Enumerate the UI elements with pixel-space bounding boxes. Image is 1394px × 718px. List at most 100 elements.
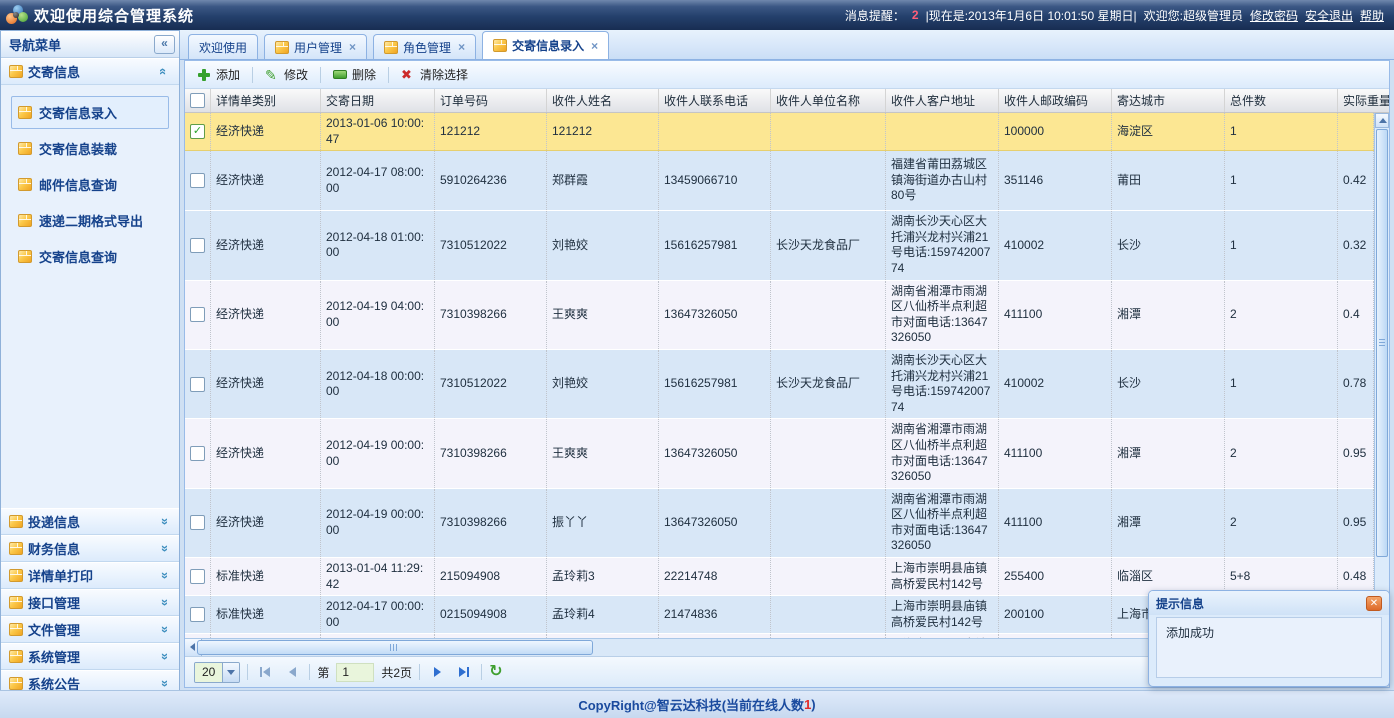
help-link[interactable]: 帮助 <box>1360 7 1384 24</box>
table-row[interactable]: 经济快递2012-04-19 00:00:007310398266王爽爽1364… <box>185 419 1374 488</box>
row-checkbox[interactable] <box>190 124 205 139</box>
cell: 经济快递 <box>211 489 321 557</box>
table-row[interactable]: 经济快递2012-04-18 01:00:007310512022刘艳姣1561… <box>185 211 1374 280</box>
cell: 福建省莆田荔城区镇海街道办古山村80号 <box>886 151 999 210</box>
sidebar-collapse-button[interactable] <box>154 35 175 54</box>
sidebar-section[interactable]: 接口管理 <box>1 589 179 616</box>
current-page-input[interactable]: 1 <box>336 663 374 682</box>
table-row[interactable]: 经济快递2012-04-19 04:00:007310398266王爽爽1364… <box>185 281 1374 350</box>
chevron-double-down-icon <box>157 595 171 610</box>
sidebar-section[interactable]: 投递信息 <box>1 508 179 535</box>
vertical-scroll-thumb[interactable] <box>1376 129 1388 557</box>
sidebar-item[interactable]: 交寄信息装载 <box>11 132 169 165</box>
logout-link[interactable]: 安全退出 <box>1305 7 1353 24</box>
column-header[interactable]: 详情单类别 <box>211 89 321 112</box>
row-checkbox[interactable] <box>190 569 205 584</box>
row-checkbox[interactable] <box>190 515 205 530</box>
toolbar-button-edit[interactable]: 修改 <box>260 64 313 85</box>
column-header[interactable]: 收件人邮政编码 <box>999 89 1112 112</box>
cell: 湘潭 <box>1112 281 1225 349</box>
column-header[interactable]: 交寄日期 <box>321 89 435 112</box>
column-header[interactable]: 实际重量 <box>1338 89 1389 112</box>
sidebar-section-label: 系统管理 <box>28 647 80 666</box>
sidebar-section[interactable]: 详情单打印 <box>1 562 179 589</box>
separator <box>309 664 310 680</box>
table-row[interactable]: 经济快递2012-04-17 08:00:005910264236郑群霞1345… <box>185 151 1374 211</box>
toolbar-button-clear[interactable]: 清除选择 <box>396 64 473 85</box>
close-icon[interactable] <box>349 40 356 54</box>
sidebar-section[interactable]: 财务信息 <box>1 535 179 562</box>
cell: 湖南省湘潭市雨湖区八仙桥半点利超市对面电话:13647326050 <box>886 419 999 487</box>
column-header[interactable]: 寄达城市 <box>1112 89 1225 112</box>
message-count-badge[interactable]: 2 <box>912 8 919 22</box>
separator <box>481 664 482 680</box>
cell: 长沙天龙食品厂 <box>771 350 886 418</box>
cell: 0.42 <box>1338 151 1374 210</box>
cell: 2012-04-18 00:00:00 <box>321 350 435 418</box>
column-header[interactable]: 总件数 <box>1225 89 1338 112</box>
last-page-button[interactable] <box>454 664 474 680</box>
tab[interactable]: 用户管理 <box>264 34 367 59</box>
sidebar-section[interactable]: 文件管理 <box>1 616 179 643</box>
sidebar-section[interactable]: 系统管理 <box>1 643 179 670</box>
cell: 7310512022 <box>435 211 547 279</box>
cell <box>771 419 886 487</box>
cell: 121212 <box>547 113 659 150</box>
separator <box>247 664 248 680</box>
sidebar-item-label: 邮件信息查询 <box>39 175 117 194</box>
sidebar-item[interactable]: 交寄信息录入 <box>11 96 169 129</box>
sidebar-item-label: 交寄信息装载 <box>39 139 117 158</box>
toolbar-button-del[interactable]: 删除 <box>328 64 381 85</box>
column-header[interactable]: 收件人单位名称 <box>771 89 886 112</box>
cell: 莆田 <box>1112 151 1225 210</box>
cell: 255400 <box>999 558 1112 595</box>
change-password-link[interactable]: 修改密码 <box>1250 7 1298 24</box>
sidebar-section[interactable]: 交寄信息 <box>1 58 179 85</box>
tab[interactable]: 欢迎使用 <box>188 34 258 59</box>
chevron-double-up-icon <box>157 64 171 79</box>
column-header[interactable]: 收件人姓名 <box>547 89 659 112</box>
popup-header[interactable]: 提示信息 <box>1149 591 1389 615</box>
dropdown-arrow-icon[interactable] <box>222 663 239 682</box>
refresh-icon[interactable] <box>489 664 502 680</box>
cell: 15616257981 <box>659 350 771 418</box>
row-checkbox[interactable] <box>190 446 205 461</box>
sidebar-item[interactable]: 交寄信息查询 <box>11 240 169 273</box>
column-header[interactable]: 收件人联系电话 <box>659 89 771 112</box>
page-size-value: 20 <box>195 663 222 682</box>
tab[interactable]: 交寄信息录入 <box>482 31 609 59</box>
first-page-button[interactable] <box>255 664 275 680</box>
cell: 标准快递 <box>211 596 321 633</box>
sidebar-item[interactable]: 邮件信息查询 <box>11 168 169 201</box>
select-all-checkbox[interactable] <box>190 93 205 108</box>
close-icon[interactable] <box>1366 596 1382 611</box>
scroll-up-icon[interactable] <box>1375 113 1389 128</box>
page-size-select[interactable]: 20 <box>194 662 240 683</box>
table-row[interactable]: 经济快递2012-04-19 00:00:007310398266振丫丫1364… <box>185 489 1374 558</box>
close-icon[interactable] <box>458 40 465 54</box>
cell: 100000 <box>999 113 1112 150</box>
table-row[interactable]: 经济快递2013-01-06 10:00:4712121212121210000… <box>185 113 1374 151</box>
cell: 15616257981 <box>659 211 771 279</box>
cell: 孟玲莉4 <box>547 596 659 633</box>
toolbar-button-add[interactable]: 添加 <box>192 64 245 85</box>
tab[interactable]: 角色管理 <box>373 34 476 59</box>
prev-page-button[interactable] <box>282 664 302 680</box>
cell: 215094908 <box>435 558 547 595</box>
cell: 13647326050 <box>659 489 771 557</box>
row-checkbox[interactable] <box>190 607 205 622</box>
vertical-scrollbar[interactable] <box>1374 113 1389 638</box>
sidebar-item[interactable]: 速递二期格式导出 <box>11 204 169 237</box>
row-checkbox[interactable] <box>190 173 205 188</box>
close-icon[interactable] <box>591 39 598 53</box>
cell: 经济快递 <box>211 211 321 279</box>
row-checkbox[interactable] <box>190 377 205 392</box>
horizontal-scroll-thumb[interactable] <box>197 640 593 655</box>
row-checkbox[interactable] <box>190 307 205 322</box>
column-header[interactable]: 收件人客户地址 <box>886 89 999 112</box>
next-page-button[interactable] <box>427 664 447 680</box>
column-header[interactable]: 订单号码 <box>435 89 547 112</box>
table-row[interactable]: 经济快递2012-04-18 00:00:007310512022刘艳姣1561… <box>185 350 1374 419</box>
cell: 湖南长沙天心区大托浦兴龙村兴浦21号电话:15974200774 <box>886 350 999 418</box>
row-checkbox[interactable] <box>190 238 205 253</box>
